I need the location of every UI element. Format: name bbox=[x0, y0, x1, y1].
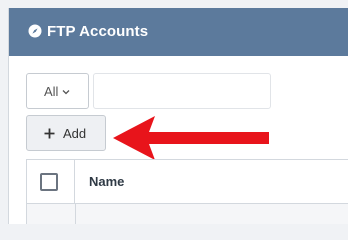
page-title: FTP Accounts bbox=[47, 23, 149, 40]
table-header: Name bbox=[26, 159, 348, 204]
red-arrow-annotation bbox=[113, 116, 269, 160]
row-checkbox-column bbox=[27, 204, 76, 224]
add-button-label: Add bbox=[63, 125, 87, 141]
table-body bbox=[26, 204, 348, 224]
filter-dropdown[interactable]: All bbox=[26, 73, 89, 109]
select-all-cell bbox=[26, 160, 75, 203]
filter-dropdown-value: All bbox=[44, 83, 59, 99]
add-button[interactable]: Add bbox=[26, 115, 106, 151]
panel-header: FTP Accounts bbox=[9, 8, 348, 56]
compass-icon bbox=[28, 24, 42, 38]
column-header-name[interactable]: Name bbox=[89, 174, 124, 189]
chevron-down-icon bbox=[62, 89, 70, 94]
search-input[interactable] bbox=[93, 73, 271, 109]
plus-icon bbox=[44, 128, 55, 138]
select-all-checkbox[interactable] bbox=[40, 173, 58, 191]
ftp-accounts-panel: FTP Accounts All Add Name bbox=[8, 8, 348, 224]
